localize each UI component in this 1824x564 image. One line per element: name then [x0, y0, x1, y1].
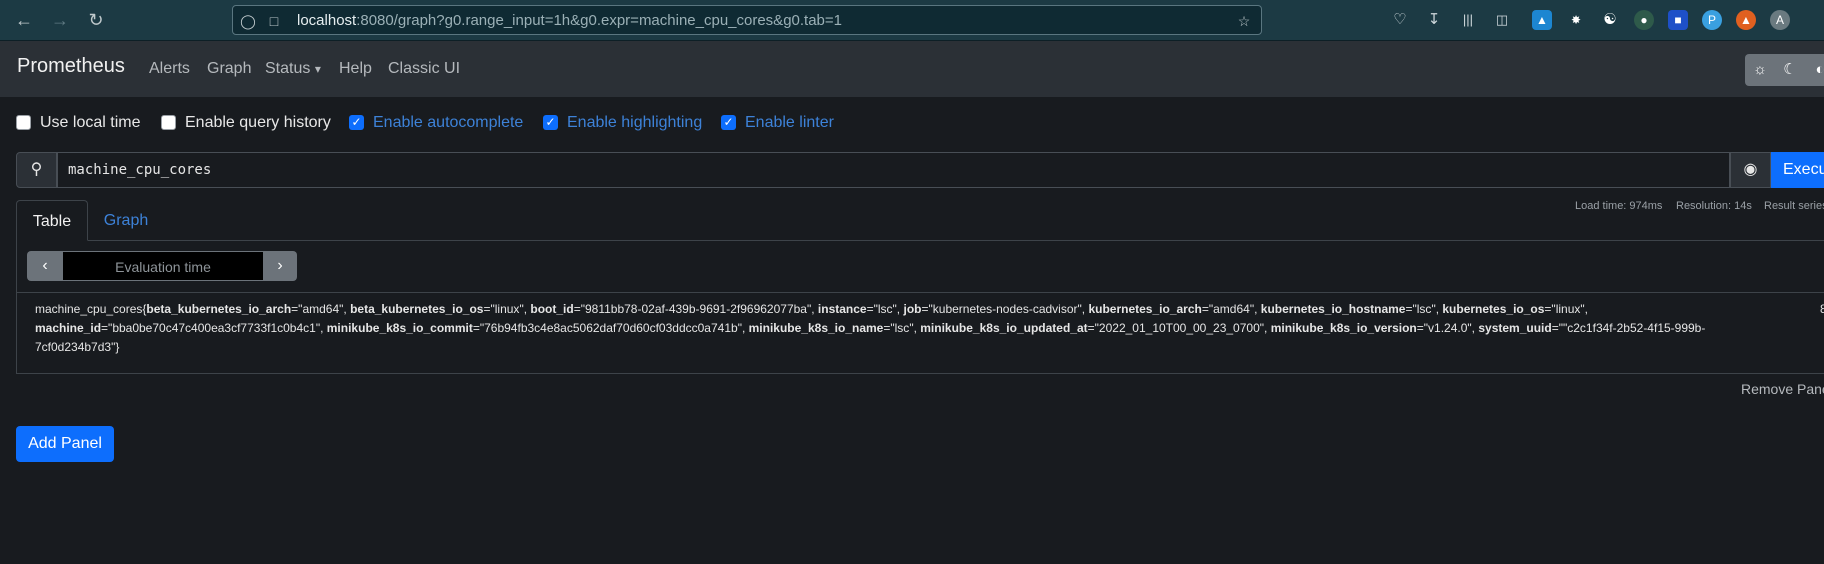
result-series-line-3: 7cf0d234b7d3"} — [35, 340, 120, 354]
sun-icon[interactable]: ☼ — [1745, 54, 1775, 86]
extension-ninja-icon[interactable]: ● — [1634, 10, 1654, 30]
nav-classic-ui[interactable]: Classic UI — [388, 60, 460, 78]
query-bar: ⚲ machine_cpu_cores ◉ Execute — [16, 152, 1824, 188]
load-time: Load time: 974ms — [1575, 200, 1663, 212]
nav-status[interactable]: Status ▾ — [265, 60, 321, 78]
checkbox-linter[interactable]: ✓ — [721, 115, 736, 130]
expression-input[interactable]: machine_cpu_cores — [57, 152, 1730, 188]
url-text[interactable]: localhost:8080/graph?g0.range_input=1h&g… — [297, 12, 842, 29]
chevron-right-icon[interactable]: › — [263, 251, 297, 281]
metric-name: machine_cpu_cores — [35, 302, 143, 316]
chevron-left-icon[interactable]: ‹ — [27, 251, 63, 281]
checkbox-autocomplete[interactable]: ✓ — [349, 115, 364, 130]
moon-icon[interactable]: ☾ — [1775, 54, 1805, 86]
checkbox-highlighting[interactable]: ✓ — [543, 115, 558, 130]
extension-fox-icon[interactable]: ▲ — [1736, 10, 1756, 30]
caret-down-icon: ▾ — [314, 62, 321, 76]
extension-creature-icon[interactable]: ✸ — [1566, 10, 1586, 30]
label-query-history: Enable query history — [185, 114, 331, 131]
shield-icon[interactable]: ◯ — [239, 12, 257, 30]
extension-p-icon[interactable]: P — [1702, 10, 1722, 30]
nav-help[interactable]: Help — [339, 60, 372, 78]
forward-icon[interactable]: → — [48, 8, 72, 32]
remove-panel-link[interactable]: Remove Panel — [1741, 381, 1824, 397]
extension-yinyang-icon[interactable]: ☯ — [1600, 10, 1620, 30]
label-autocomplete: Enable autocomplete — [373, 114, 524, 131]
result-separator — [17, 292, 1824, 293]
nav-status-label: Status — [265, 60, 311, 77]
result-value: 8 — [1820, 302, 1824, 316]
sidebar-icon[interactable]: ◫ — [1492, 10, 1512, 30]
half-circle-icon[interactable]: ◐ — [1805, 54, 1824, 86]
nav-graph[interactable]: Graph — [207, 60, 251, 78]
account-icon[interactable]: A — [1770, 10, 1790, 30]
result-series-line-2: machine_id="bba0be70c47c400ea3cf7733f1c0… — [35, 321, 1706, 335]
expression-text: machine_cpu_cores — [68, 162, 212, 178]
checkbox-query-history[interactable] — [161, 115, 176, 130]
tab-graph[interactable]: Graph — [92, 200, 160, 241]
label-use-local-time: Use local time — [40, 114, 141, 131]
extension-flag-icon[interactable]: ■ — [1668, 10, 1688, 30]
label-highlighting: Enable highlighting — [567, 114, 703, 131]
bookmark-star-icon[interactable]: ☆ — [1235, 12, 1253, 30]
theme-switcher: ☼ ☾ ◐ — [1745, 54, 1824, 86]
evaluation-time-picker: ‹ Evaluation time › — [27, 251, 297, 281]
add-panel-button[interactable]: Add Panel — [16, 426, 114, 462]
navbar: Prometheus Alerts Graph Status ▾ Help Cl… — [0, 41, 1824, 97]
metrics-explorer-icon[interactable]: ◉ — [1730, 152, 1771, 188]
browser-toolbar: ← → ↻ ◯ □ localhost:8080/graph?g0.range_… — [0, 0, 1824, 41]
page-icon[interactable]: □ — [265, 12, 283, 30]
resolution: Resolution: 14s — [1676, 200, 1752, 212]
nav-alerts[interactable]: Alerts — [149, 60, 190, 78]
label-linter: Enable linter — [745, 114, 834, 131]
search-icon: ⚲ — [16, 152, 57, 188]
downloads-icon[interactable]: ↧ — [1424, 10, 1444, 30]
url-bar[interactable]: ◯ □ localhost:8080/graph?g0.range_input=… — [232, 5, 1262, 35]
checkbox-use-local-time[interactable] — [16, 115, 31, 130]
result-series-line-1: machine_cpu_cores{beta_kubernetes_io_arc… — [35, 302, 1588, 316]
result-series: Result series — [1764, 200, 1824, 212]
back-icon[interactable]: ← — [12, 8, 36, 32]
library-icon[interactable]: ||| — [1458, 10, 1478, 30]
evaluation-time-input[interactable]: Evaluation time — [63, 251, 263, 281]
reload-icon[interactable]: ↻ — [84, 8, 108, 32]
extension-blue-icon[interactable]: ▲ — [1532, 10, 1552, 30]
execute-button[interactable]: Execute — [1771, 152, 1824, 188]
tab-table[interactable]: Table — [16, 200, 88, 241]
pocket-icon[interactable]: ♡ — [1390, 10, 1410, 30]
brand[interactable]: Prometheus — [17, 55, 125, 78]
